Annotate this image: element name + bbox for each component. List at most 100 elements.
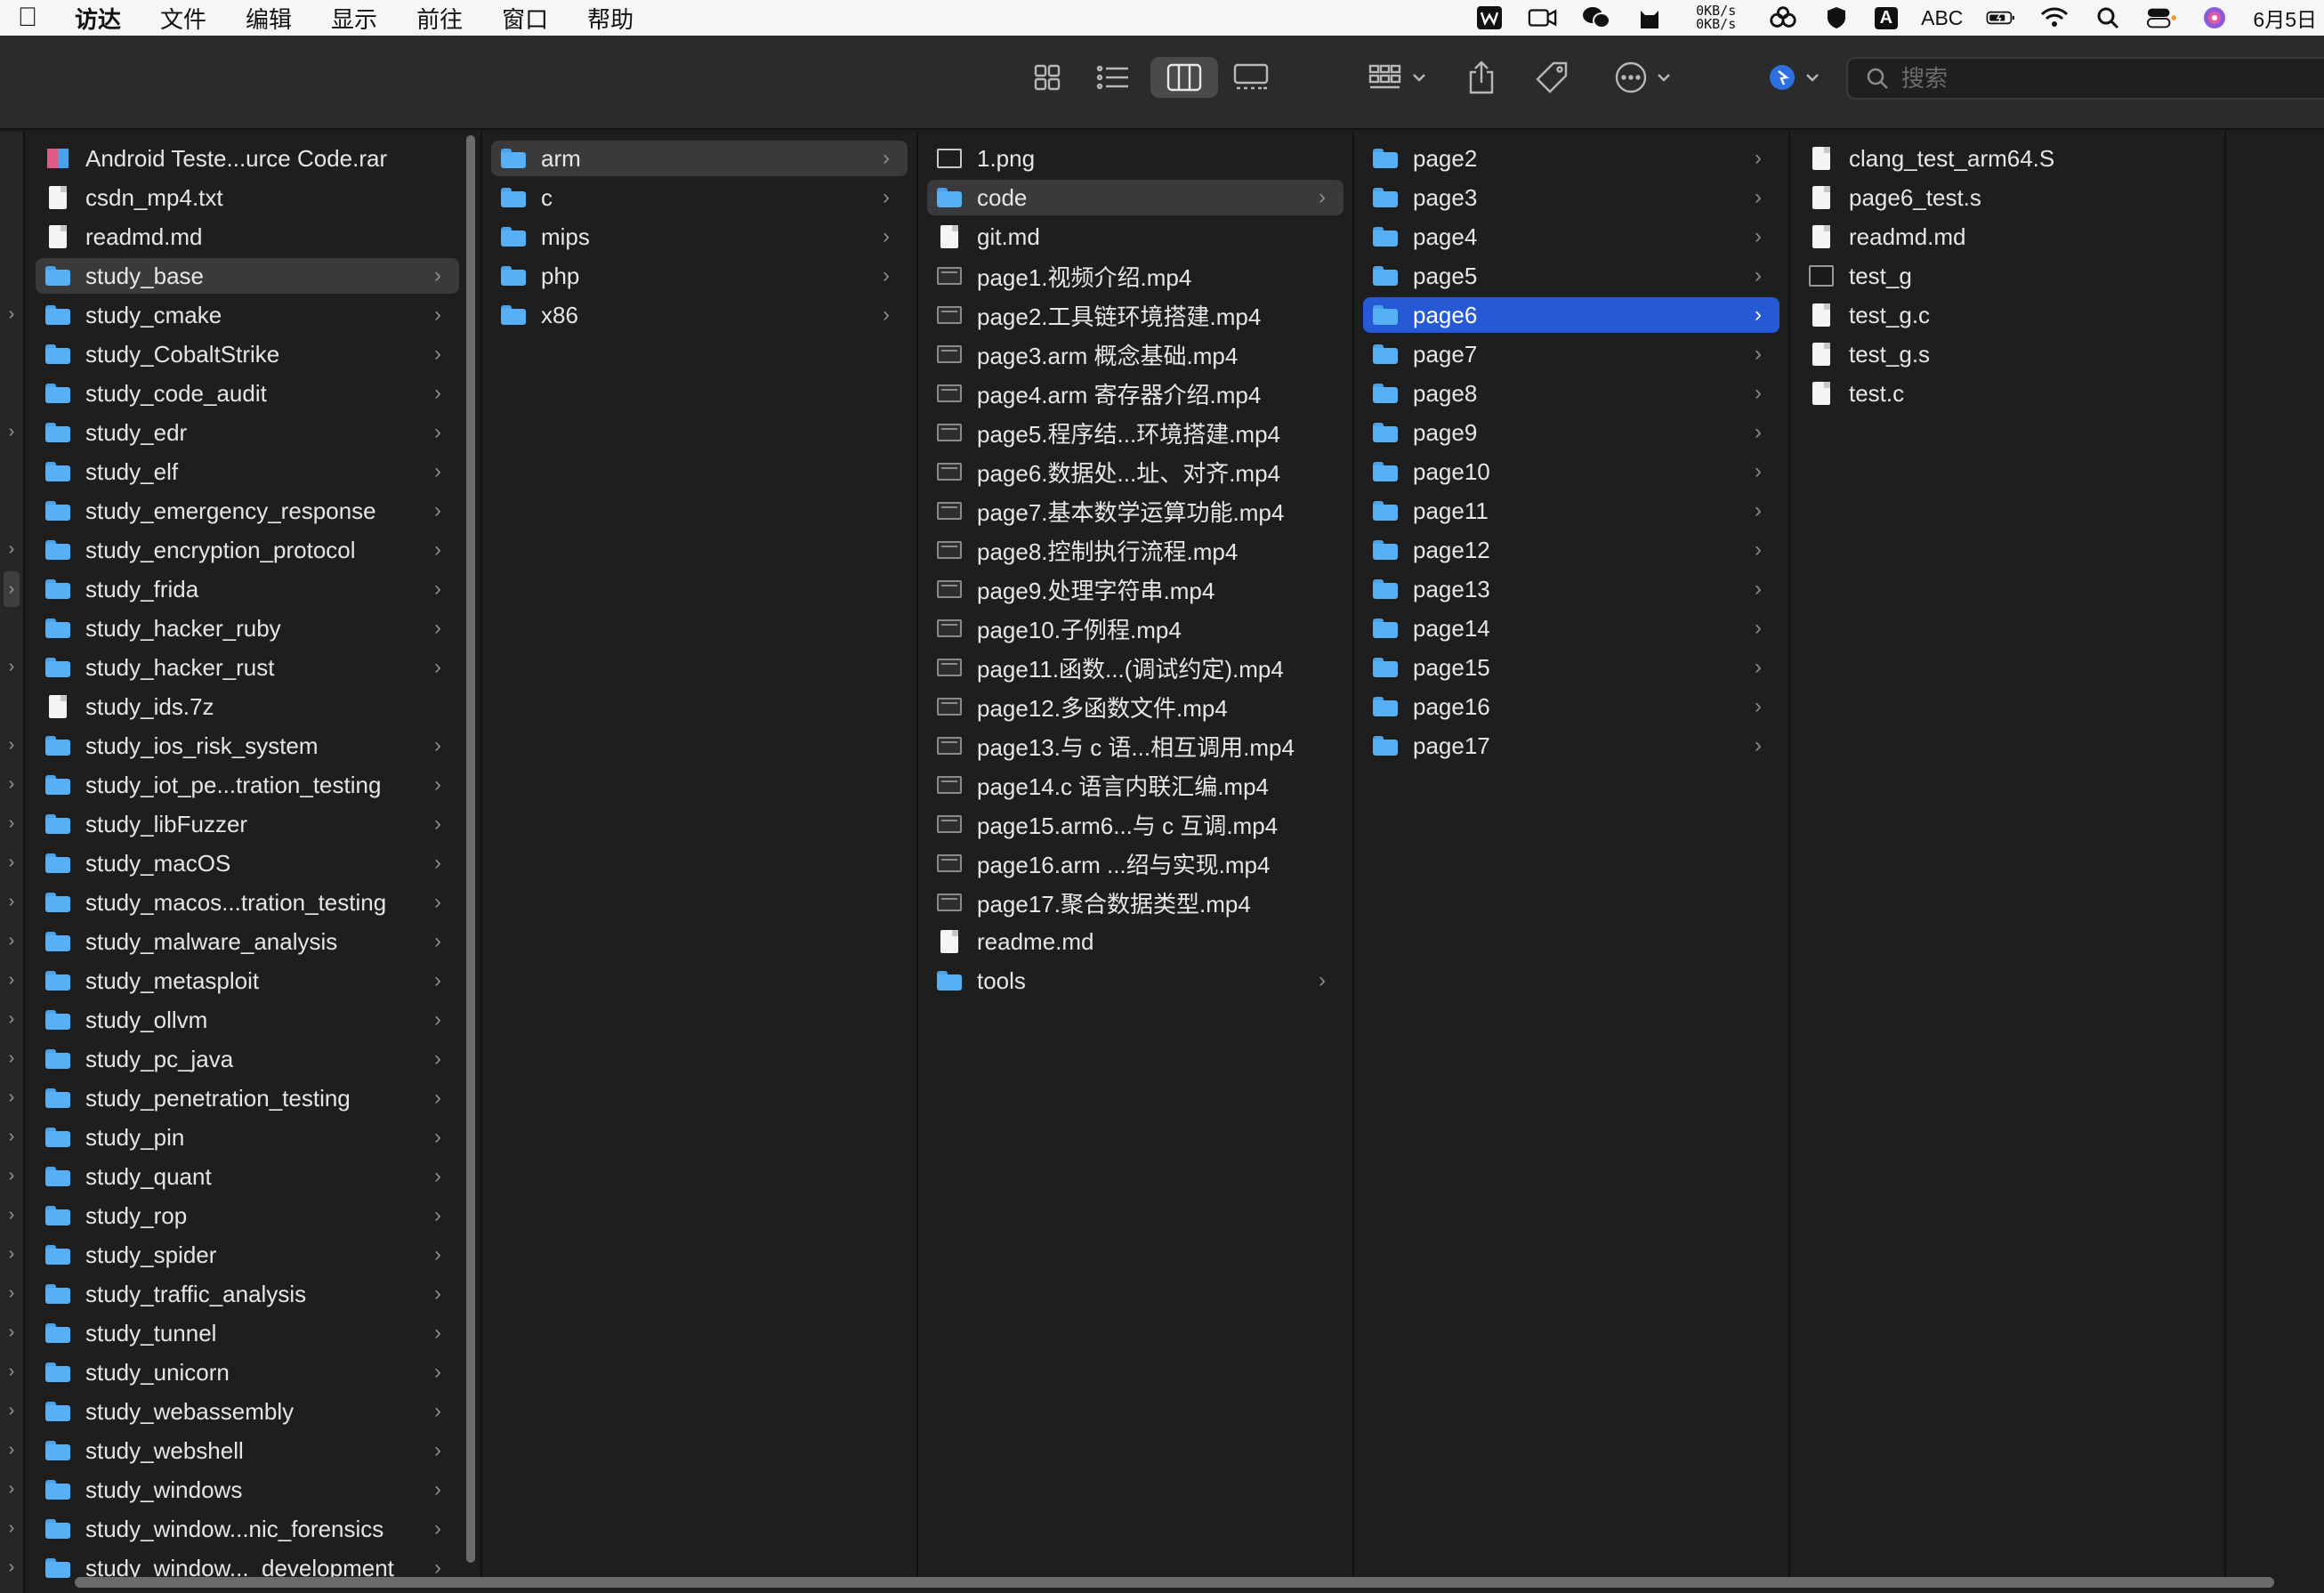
folder-row[interactable]: page6 › (1363, 297, 1779, 333)
folder-row[interactable]: study_base › (36, 258, 459, 294)
input-method-badge[interactable]: A (1874, 6, 1899, 29)
folder-row[interactable]: study_iot_pe...tration_testing › (36, 767, 459, 803)
folder-row[interactable]: tools › (927, 963, 1344, 999)
folder-row[interactable]: page4 › (1363, 219, 1779, 255)
folder-row[interactable]: study_code_audit › (36, 376, 459, 411)
folder-row[interactable]: study_pin › (36, 1120, 459, 1155)
disclosure-triangle-icon[interactable]: › (4, 1440, 20, 1460)
clock-date[interactable]: 6月5日 (2253, 3, 2317, 33)
folder-row[interactable]: study_CobaltStrike › (36, 336, 459, 372)
folder-row[interactable]: mips › (491, 219, 908, 255)
folder-row[interactable]: page16 › (1363, 689, 1779, 724)
battery-icon[interactable] (1986, 5, 2016, 30)
file-row[interactable]: csdn_mp4.txt (36, 180, 459, 215)
file-row[interactable]: page15.arm6...与 c 互调.mp4 (927, 806, 1344, 842)
folder-row[interactable]: code › (927, 180, 1344, 215)
file-row[interactable]: test_g.s (1799, 336, 2215, 372)
folder-row[interactable]: study_unicorn › (36, 1354, 459, 1390)
spotlight-search-icon[interactable] (2093, 5, 2123, 30)
folder-row[interactable]: study_encryption_protocol › (36, 532, 459, 568)
file-row[interactable]: readmd.md (36, 219, 459, 255)
folder-row[interactable]: study_tunnel › (36, 1315, 459, 1351)
folder-row[interactable]: page3 › (1363, 180, 1779, 215)
disclosure-triangle-icon[interactable]: › (4, 539, 20, 560)
file-row[interactable]: page11.函数...(调试约定).mp4 (927, 650, 1344, 685)
folder-row[interactable]: study_webshell › (36, 1433, 459, 1468)
disclosure-triangle-icon[interactable]: › (4, 1009, 20, 1030)
camera-icon[interactable] (1528, 5, 1558, 30)
folder-row[interactable]: study_edr › (36, 415, 459, 450)
folder-row[interactable]: study_rop › (36, 1198, 459, 1233)
menu-go[interactable]: 前往 (397, 2, 482, 35)
horizontal-scrollbar[interactable] (75, 1577, 2274, 1588)
wechat-icon[interactable] (1581, 5, 1611, 30)
folder-row[interactable]: page2 › (1363, 141, 1779, 176)
file-row[interactable]: study_ids.7z (36, 689, 459, 724)
disclosure-triangle-icon[interactable]: › (4, 1127, 20, 1147)
disclosure-triangle-icon[interactable]: › (4, 1283, 20, 1304)
disclosure-triangle-icon[interactable]: › (4, 1088, 20, 1108)
folder-row[interactable]: study_hacker_ruby › (36, 611, 459, 646)
wifi-icon[interactable] (2039, 5, 2070, 30)
column-1[interactable]: Android Teste...urce Code.rar csdn_mp4.tx… (27, 132, 482, 1582)
disclosure-triangle-icon[interactable]: › (4, 1166, 20, 1186)
siri-icon[interactable] (2199, 5, 2230, 30)
quick-action-button[interactable] (1762, 57, 1826, 98)
file-row[interactable]: Android Teste...urce Code.rar (36, 141, 459, 176)
column-3[interactable]: 1.png code › git.md page1.视频介绍.mp4 page2.工具链环… (918, 132, 1354, 1582)
column-5[interactable]: clang_test_arm64.S page6_test.s readmd.md t… (1790, 132, 2226, 1582)
menu-help[interactable]: 帮助 (568, 2, 653, 35)
file-row[interactable]: page10.子例程.mp4 (927, 611, 1344, 646)
menu-window[interactable]: 窗口 (482, 2, 568, 35)
disclosure-triangle-icon[interactable]: › (4, 774, 20, 795)
control-center-icon[interactable] (2146, 5, 2177, 30)
file-row[interactable]: page12.多函数文件.mp4 (927, 689, 1344, 724)
folder-row[interactable]: php › (491, 258, 908, 294)
column-4[interactable]: page2 › page3 › page4 › page5 › page6 › page7 › page… (1354, 132, 1790, 1582)
file-row[interactable]: test_g.c (1799, 297, 2215, 333)
file-row[interactable]: page8.控制执行流程.mp4 (927, 532, 1344, 568)
view-icons-button[interactable] (1013, 57, 1081, 98)
folder-row[interactable]: study_pc_java › (36, 1041, 459, 1077)
file-row[interactable]: test.c (1799, 376, 2215, 411)
file-row[interactable]: page3.arm 概念基础.mp4 (927, 336, 1344, 372)
file-row[interactable]: page9.处理字符串.mp4 (927, 571, 1344, 607)
folder-row[interactable]: x86 › (491, 297, 908, 333)
folder-row[interactable]: page7 › (1363, 336, 1779, 372)
folder-row[interactable]: page13 › (1363, 571, 1779, 607)
file-row[interactable]: page7.基本数学运算功能.mp4 (927, 493, 1344, 529)
vertical-scrollbar[interactable] (466, 135, 475, 1563)
folder-row[interactable]: page12 › (1363, 532, 1779, 568)
file-row[interactable]: readme.md (927, 924, 1344, 959)
menu-view[interactable]: 显示 (311, 2, 397, 35)
folder-row[interactable]: page15 › (1363, 650, 1779, 685)
file-row[interactable]: page4.arm 寄存器介绍.mp4 (927, 376, 1344, 411)
more-actions-button[interactable] (1607, 57, 1678, 98)
disclosure-triangle-icon[interactable]: › (4, 304, 20, 325)
folder-row[interactable]: study_malware_analysis › (36, 924, 459, 959)
disclosure-triangle-icon[interactable]: › (4, 931, 20, 951)
folder-row[interactable]: page11 › (1363, 493, 1779, 529)
disclosure-triangle-icon[interactable]: › (4, 735, 20, 756)
folder-row[interactable]: page14 › (1363, 611, 1779, 646)
wps-icon[interactable] (1474, 5, 1505, 30)
disclosure-triangle-icon[interactable]: › (4, 657, 20, 677)
file-row[interactable]: page5.程序结...环境搭建.mp4 (927, 415, 1344, 450)
folder-row[interactable]: study_frida › (36, 571, 459, 607)
group-button[interactable] (1361, 57, 1432, 98)
folder-row[interactable]: study_hacker_rust › (36, 650, 459, 685)
folder-row[interactable]: study_emergency_response › (36, 493, 459, 529)
file-row[interactable]: page6_test.s (1799, 180, 2215, 215)
menu-app-name[interactable]: 访达 (55, 2, 141, 35)
folder-row[interactable]: study_macos...tration_testing › (36, 885, 459, 920)
disclosure-triangle-icon[interactable]: › (4, 1479, 20, 1500)
folder-row[interactable]: study_cmake › (36, 297, 459, 333)
folder-row[interactable]: study_metasploit › (36, 963, 459, 999)
disclosure-triangle-icon[interactable]: › (4, 1557, 20, 1578)
cat-icon[interactable] (1634, 5, 1665, 30)
disclosure-triangle-icon[interactable]: › (4, 970, 20, 991)
view-columns-button[interactable] (1150, 57, 1218, 98)
search-field[interactable] (1846, 57, 2324, 100)
folder-row[interactable]: study_ollvm › (36, 1002, 459, 1038)
file-row[interactable]: page6.数据处...址、对齐.mp4 (927, 454, 1344, 489)
